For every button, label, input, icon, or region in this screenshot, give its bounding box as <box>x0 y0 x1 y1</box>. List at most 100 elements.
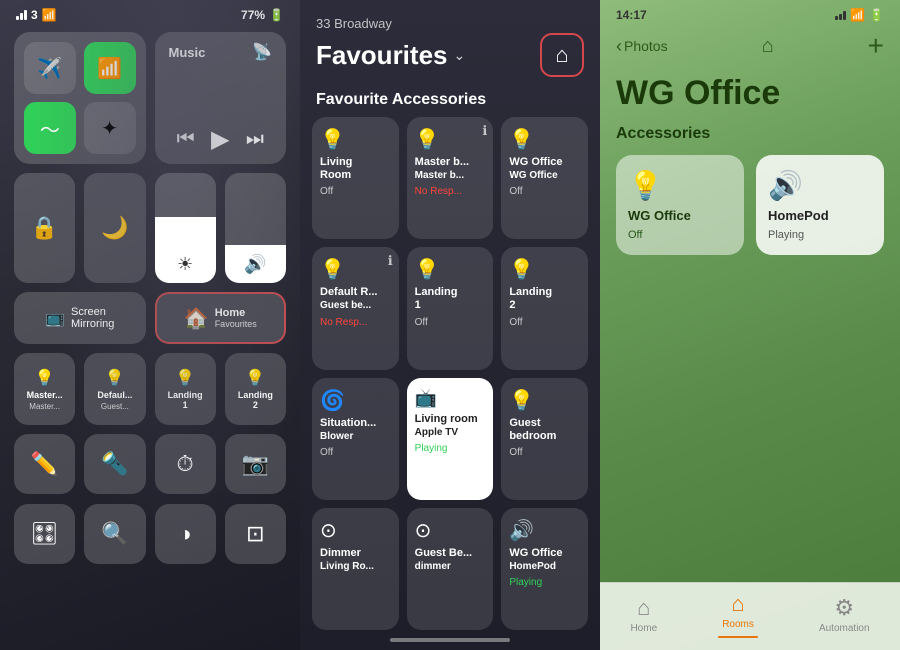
info-icon: ℹ <box>388 253 393 269</box>
home-favourites-panel: 33 Broadway Favourites ⌄ ⌂ Favourite Acc… <box>300 0 600 650</box>
do-not-disturb-button[interactable]: 🌙 <box>84 173 145 283</box>
list-item[interactable]: 🔊 WG OfficeHomePod Playing <box>501 508 588 630</box>
tile-status: Off <box>415 317 486 328</box>
forward-button[interactable]: ⏭ <box>246 128 264 151</box>
rewind-button[interactable]: ⏮ <box>177 128 195 151</box>
landing1-shortcut[interactable]: 💡 Landing1 <box>155 353 216 425</box>
tile-name: Landing1 <box>415 286 486 312</box>
favourites-title: Favourites <box>316 40 448 71</box>
bulb-icon: 💡 <box>509 257 580 282</box>
favourites-chevron-icon[interactable]: ⌄ <box>454 47 466 64</box>
notes-button[interactable]: ✏️ <box>14 434 75 494</box>
cellular-button[interactable]: 📶 <box>84 42 136 94</box>
back-chevron-icon: ‹ <box>616 36 622 57</box>
tab-rooms[interactable]: ⌂ Rooms <box>718 591 758 638</box>
wifi-button[interactable]: 〜 <box>24 102 76 154</box>
home-nav-icon[interactable]: ⌂ <box>762 35 774 58</box>
magnifier-button[interactable]: 🔍 <box>84 504 145 564</box>
screen-lock-button[interactable]: 🔒 <box>14 173 75 283</box>
master-shortcut[interactable]: 💡 Master... Master... <box>14 353 75 425</box>
airplane-mode-button[interactable]: ✈️ <box>24 42 76 94</box>
tab-active-indicator <box>718 636 758 638</box>
tile-status: Off <box>320 186 391 197</box>
scroll-indicator <box>300 630 600 650</box>
home-button[interactable]: 🏠 Home Favourites <box>155 292 287 344</box>
master-sub: Master... <box>29 402 60 411</box>
timer-button[interactable]: ⏱ <box>155 434 216 494</box>
status-bar-1: 3 📶 77% 🔋 <box>0 0 300 26</box>
status-right: 77% 🔋 <box>241 8 284 22</box>
list-item[interactable]: 💡 Landing2 Off <box>501 247 588 369</box>
bulb-icon: 💡 <box>415 127 486 152</box>
house-icon-button[interactable]: ⌂ <box>540 33 584 77</box>
play-button[interactable]: ▶ <box>211 125 229 154</box>
list-item[interactable]: 💡 LivingRoom Off <box>312 117 399 239</box>
music-title-label: Music <box>169 45 206 60</box>
add-button[interactable]: + <box>868 30 884 62</box>
tile-status: No Resp... <box>415 186 486 197</box>
list-item[interactable]: 💡 ℹ Default R...Guest be... No Resp... <box>312 247 399 369</box>
brightness-slider[interactable]: ☀ <box>155 173 216 283</box>
bluetooth-button[interactable]: ✦ <box>84 102 136 154</box>
location-label: 33 Broadway <box>316 16 584 31</box>
landing2-shortcut[interactable]: 💡 Landing2 <box>225 353 286 425</box>
home-icon: 🏠 <box>184 306 209 331</box>
dimmer-icon: ⊙ <box>415 518 486 543</box>
tile-name: Living roomApple TV <box>415 413 486 439</box>
music-block: Music 📡 ⏮ ▶ ⏭ <box>155 32 287 164</box>
landing2-icon: 💡 <box>245 368 265 388</box>
back-button[interactable]: ‹ Photos <box>616 36 668 57</box>
music-controls: ⏮ ▶ ⏭ <box>169 125 273 154</box>
wifi-icon: 📶 <box>42 8 57 22</box>
volume-slider[interactable]: 🔊 <box>225 173 286 283</box>
dimmer-icon: ⊙ <box>320 518 391 543</box>
camera-button[interactable]: 📷 <box>225 434 286 494</box>
flashlight-button[interactable]: 🔦 <box>84 434 145 494</box>
wg-office-status: Off <box>628 229 732 241</box>
homepod-icon: 🔊 <box>509 518 580 543</box>
list-item[interactable]: 💡 Landing1 Off <box>407 247 494 369</box>
status-bar-3: 14:17 📶 🔋 <box>600 0 900 26</box>
list-item[interactable]: 💡 Guestbedroom Off <box>501 378 588 500</box>
default-shortcut[interactable]: 💡 Defaul... Guest... <box>84 353 145 425</box>
airplay-icon[interactable]: 📡 <box>252 42 272 62</box>
homepod-status: Playing <box>768 229 872 241</box>
tile-name: LivingRoom <box>320 156 391 182</box>
tab-automation[interactable]: ⚙ Automation <box>819 595 870 634</box>
wifi-icon-3: 📶 <box>850 8 865 22</box>
room-title: WG Office <box>600 70 900 125</box>
tile-name: Guestbedroom <box>509 417 580 443</box>
homepod-name: HomePod <box>768 208 872 223</box>
list-item[interactable]: 🌀 Situation...Blower Off <box>312 378 399 500</box>
dark-mode-button[interactable]: ◑ <box>155 504 216 564</box>
tab-home[interactable]: ⌂ Home <box>630 595 657 634</box>
landing1-icon: 💡 <box>175 368 195 388</box>
tile-status: Playing <box>509 577 580 588</box>
info-icon: ℹ <box>482 123 487 139</box>
signal-icon <box>835 11 846 20</box>
list-item[interactable]: ⊙ Guest Be...dimmer <box>407 508 494 630</box>
bulb-icon: 💡 <box>509 127 580 152</box>
tile-status: Off <box>509 447 580 458</box>
list-item[interactable]: 📺 Living roomApple TV Playing <box>407 378 494 500</box>
screen-mirroring-button[interactable]: 📺 ScreenMirroring <box>14 292 146 344</box>
list-item[interactable]: ⊙ DimmerLiving Ro... <box>312 508 399 630</box>
status-icons: 📶 🔋 <box>835 8 884 22</box>
default-label: Defaul... <box>97 390 132 400</box>
wg-office-tile[interactable]: 💡 WG Office Off <box>616 155 744 255</box>
appletv-icon: 📺 <box>415 388 486 409</box>
master-label: Master... <box>27 390 63 400</box>
landing1-label: Landing1 <box>168 390 203 410</box>
default-sub: Guest... <box>101 402 129 411</box>
wg-office-panel: 14:17 📶 🔋 ‹ Photos ⌂ + WG Office Accesso… <box>600 0 900 650</box>
battery-icon: 🔋 <box>269 8 284 22</box>
tab-bar: ⌂ Home ⌂ Rooms ⚙ Automation <box>600 582 900 650</box>
home-header: 33 Broadway Favourites ⌄ ⌂ <box>300 0 600 85</box>
wg-office-bulb-icon: 💡 <box>628 169 732 202</box>
list-item[interactable]: 💡 WG OfficeWG Office Off <box>501 117 588 239</box>
qr-scanner-button[interactable]: ⊡ <box>225 504 286 564</box>
remote-button[interactable]: 🎛 <box>14 504 75 564</box>
landing2-label: Landing2 <box>238 390 273 410</box>
list-item[interactable]: 💡 ℹ Master b...Master b... No Resp... <box>407 117 494 239</box>
homepod-tile[interactable]: 🔊 HomePod Playing <box>756 155 884 255</box>
